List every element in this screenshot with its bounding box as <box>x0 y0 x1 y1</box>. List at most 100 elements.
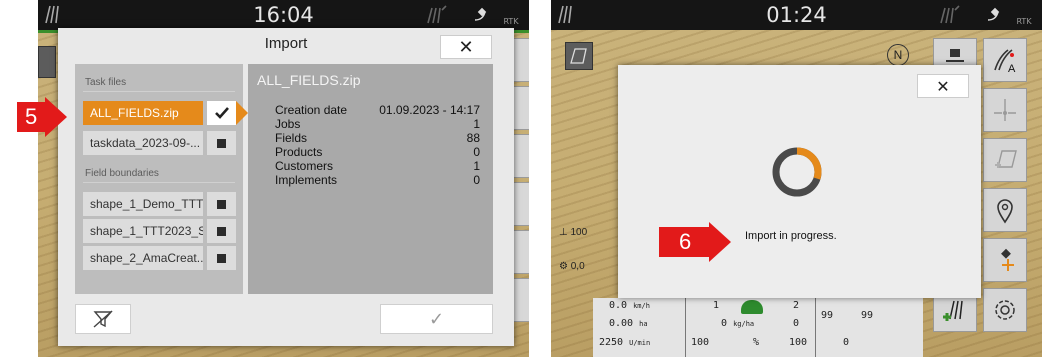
side-button-5[interactable] <box>512 230 529 274</box>
headland-button[interactable] <box>983 88 1027 132</box>
satellite-move-icon <box>1001 248 1014 271</box>
import-dialog: Import ✕ Task files ALL_FIELDS.zip taskd… <box>58 28 514 346</box>
poi-button[interactable] <box>983 188 1027 232</box>
file-item-taskdata[interactable]: taskdata_2023-09-... <box>83 131 236 155</box>
add-field-icon <box>943 300 963 321</box>
bin-level-2: 99 <box>861 310 874 321</box>
detail-label: Implements <box>275 173 338 187</box>
compass[interactable]: N <box>887 44 909 66</box>
file-detail-panel: ALL_FIELDS.zip Creation date 01.09.2023 -… <box>248 64 493 294</box>
location-pin-icon <box>997 199 1013 224</box>
right-button-column <box>512 38 529 322</box>
detail-value: 88 <box>466 131 480 145</box>
detail-row: Customers 1 <box>275 159 480 173</box>
file-item-all-fields[interactable]: ALL_FIELDS.zip <box>83 101 248 125</box>
field-boundaries-header: Field boundaries <box>85 168 159 179</box>
file-item-label: shape_1_Demo_TTT <box>83 192 203 216</box>
section-indicator <box>741 300 763 314</box>
detail-label: Jobs <box>275 117 301 131</box>
side-button-1[interactable] <box>512 38 529 82</box>
loading-spinner-icon <box>772 147 822 197</box>
rate-value: 0 kg/ha <box>721 318 755 329</box>
rate-value-2: 0 <box>793 318 800 329</box>
side-button-4[interactable] <box>512 182 529 226</box>
speed-readout: ⚙ 0,0 <box>559 261 585 272</box>
view-toggle-button[interactable] <box>38 46 56 78</box>
right-terminal-screen: 01:24 RTK N A ⊥ 100 ⚙ 0,0 0.0 km/h 0.00 … <box>551 0 1042 357</box>
detail-row: Fields 88 <box>275 131 480 145</box>
settings-button[interactable] <box>983 288 1027 332</box>
add-boundary-button[interactable] <box>983 138 1027 182</box>
file-checkbox[interactable] <box>207 219 236 243</box>
bin-level-1: 99 <box>821 310 834 321</box>
boom-icon: ⊥ <box>559 227 571 238</box>
percent-value-2: 100 <box>789 337 808 348</box>
detail-value: 1 <box>473 159 480 173</box>
area-value: 0.00 ha <box>609 318 648 329</box>
satellite-icon: RTK <box>473 4 519 26</box>
filter-off-icon <box>93 310 113 328</box>
svg-text:A: A <box>1008 63 1016 75</box>
status-bar: 01:24 RTK <box>551 0 1042 30</box>
callout-arrow-head <box>45 97 68 137</box>
boom-width-readout: ⊥ 100 <box>559 227 587 238</box>
close-icon: ✕ <box>458 36 474 58</box>
boundary-item-1[interactable]: shape_1_Demo_TTT <box>83 192 236 216</box>
close-button[interactable]: ✕ <box>917 74 969 98</box>
detail-label: Creation date <box>275 103 348 117</box>
rpm-value: 2250 U/min <box>599 337 651 348</box>
status-bar: 16:04 RTK <box>38 0 529 30</box>
step-number: 6 <box>659 227 710 257</box>
gear-icon <box>995 300 1015 320</box>
side-button-3[interactable] <box>512 134 529 178</box>
clock: 01:24 <box>766 3 827 27</box>
view-toggle-button[interactable] <box>565 42 593 70</box>
close-button[interactable]: ✕ <box>440 35 492 59</box>
detail-label: Products <box>275 145 323 159</box>
detail-title: ALL_FIELDS.zip <box>257 72 361 88</box>
add-boundary-icon <box>995 150 1017 168</box>
detail-row: Jobs 1 <box>275 117 480 131</box>
detail-value: 01.09.2023 - 14:17 <box>379 103 480 117</box>
percent-value-1: 100 <box>691 337 710 348</box>
headland-icon <box>994 99 1016 121</box>
rtk-label: RTK <box>503 17 519 26</box>
rtk-label: RTK <box>1016 17 1032 26</box>
import-progress-dialog: ✕ Import in progress. <box>618 65 981 298</box>
side-button-6[interactable] <box>512 278 529 322</box>
file-item-label: shape_2_AmaCreat... <box>83 246 203 270</box>
detail-row: Products 0 <box>275 145 480 159</box>
detail-label: Customers <box>275 159 334 173</box>
file-checkbox[interactable] <box>207 246 236 270</box>
clock: 16:04 <box>253 3 314 27</box>
filter-off-button[interactable] <box>75 304 131 334</box>
gps-drift-button[interactable] <box>983 238 1027 282</box>
map-view-icon <box>570 48 587 64</box>
boundary-item-2[interactable]: shape_1_TTT2023_S... <box>83 219 236 243</box>
gps-signal-icon <box>939 4 961 26</box>
step-callout-6: 6 <box>659 222 732 262</box>
gps-signal-icon <box>426 4 448 26</box>
detail-table: Creation date 01.09.2023 - 14:17 Jobs 1 Fi… <box>275 103 480 187</box>
file-list-panel: Task files ALL_FIELDS.zip taskdata_2023-… <box>75 64 248 294</box>
file-item-label: shape_1_TTT2023_S... <box>83 219 203 243</box>
readout-value: 100 <box>570 227 588 238</box>
guidance-button[interactable]: A <box>983 38 1027 82</box>
file-checkbox[interactable] <box>207 192 236 216</box>
file-checkbox[interactable] <box>207 131 236 155</box>
close-icon: ✕ <box>936 76 950 96</box>
boundary-item-3[interactable]: shape_2_AmaCreat... <box>83 246 236 270</box>
callout-arrow-head <box>709 222 732 262</box>
machine-status-panel: 0.0 km/h 0.00 ha 2250 U/min 1 2 0 kg/ha … <box>593 298 923 357</box>
detail-value: 0 <box>473 145 480 159</box>
file-item-label: ALL_FIELDS.zip <box>83 101 203 125</box>
file-checkbox[interactable] <box>207 101 236 125</box>
detail-value: 0 <box>473 173 480 187</box>
progress-message: Import in progress. <box>745 230 837 242</box>
side-button-2[interactable] <box>512 86 529 130</box>
divider <box>83 91 235 92</box>
detail-value: 1 <box>473 117 480 131</box>
confirm-button[interactable]: ✓ <box>380 304 493 334</box>
readout-value: 0,0 <box>570 261 585 272</box>
divider <box>83 182 235 183</box>
